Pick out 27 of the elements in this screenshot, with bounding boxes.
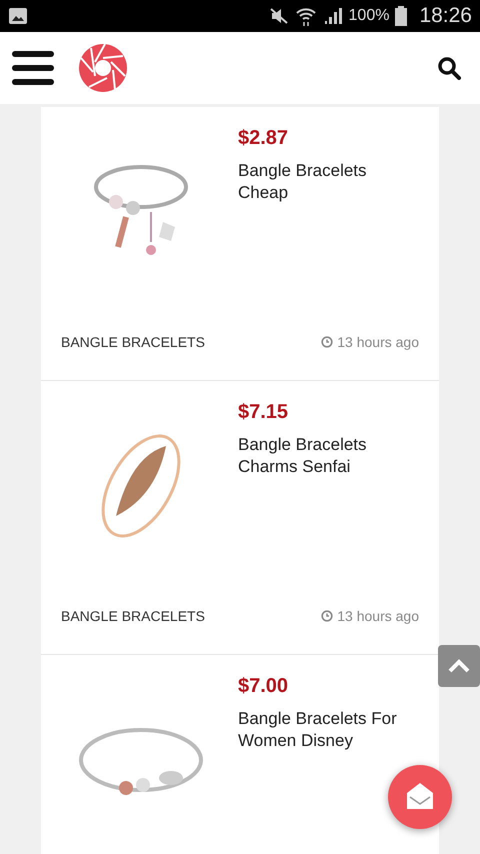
product-card[interactable]: $2.87 Bangle Bracelets Cheap BANGLE BRACELETS 13 hours ago	[41, 107, 439, 381]
price: $7.15	[238, 401, 290, 424]
image-icon	[8, 7, 28, 25]
battery-percent: 100%	[348, 7, 390, 25]
battery-icon	[395, 6, 408, 26]
clock: 18:26	[419, 4, 472, 28]
clock-icon	[321, 336, 334, 348]
signal-icon	[322, 7, 343, 25]
post-time: 13 hours ago	[337, 334, 419, 350]
product-card[interactable]: $7.15 Bangle Bracelets Charms Senfai BANGLE BRACELETS 13 hours ago	[41, 381, 439, 655]
product-title[interactable]: Bangle Bracelets Charms Senfai	[238, 434, 419, 478]
scroll-top-button[interactable]	[438, 645, 480, 687]
mail-button[interactable]	[388, 765, 452, 829]
product-title[interactable]: Bangle Bracelets Cheap	[238, 160, 419, 204]
price: $2.87	[238, 127, 290, 150]
product-title[interactable]: Bangle Bracelets For Women Disney	[238, 708, 419, 752]
clock-icon	[321, 610, 334, 622]
category-link[interactable]: BANGLE BRACELETS	[61, 334, 205, 350]
post-time: 13 hours ago	[337, 608, 419, 624]
menu-icon[interactable]	[12, 51, 54, 85]
aperture-logo-icon[interactable]	[78, 43, 128, 93]
search-icon[interactable]	[437, 56, 461, 80]
price: $7.00	[238, 675, 290, 698]
product-card[interactable]: $7.00 Bangle Bracelets For Women Disney	[41, 655, 439, 854]
wifi-icon	[294, 6, 317, 26]
mute-icon	[268, 7, 289, 25]
category-link[interactable]: BANGLE BRACELETS	[61, 608, 205, 624]
